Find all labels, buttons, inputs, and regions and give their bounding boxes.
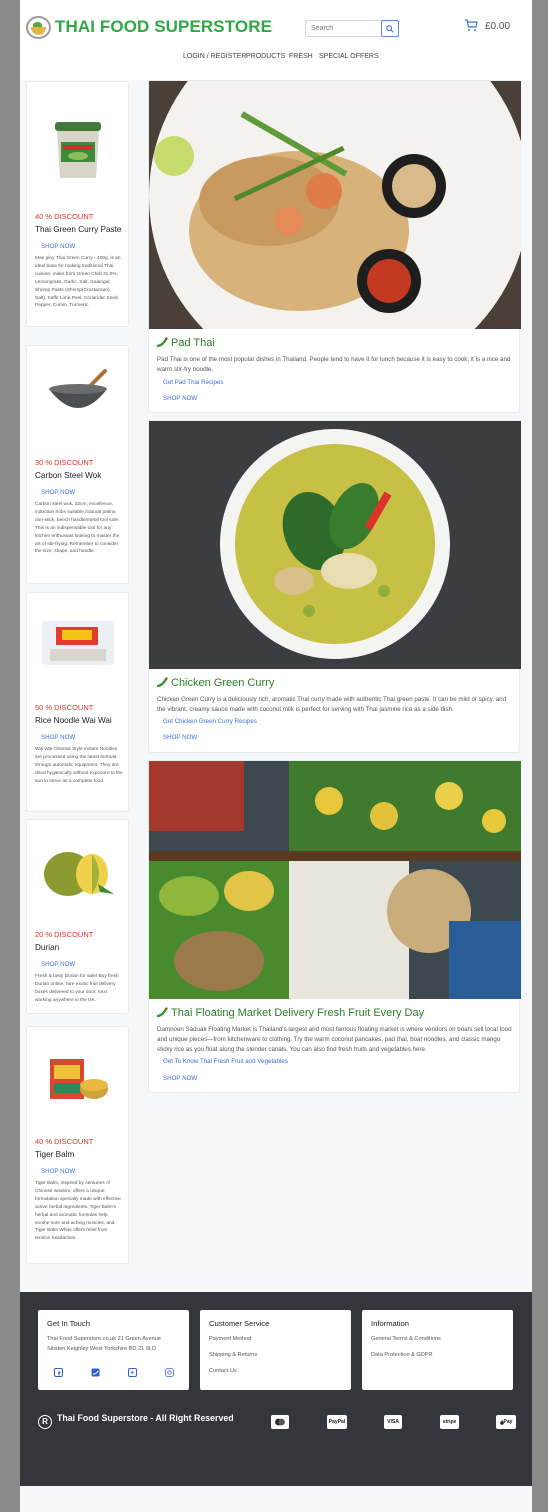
recipe-link[interactable]: Get Pad Thai Recipes [163,379,223,386]
paypal-icon: PayPal [327,1415,347,1429]
feature-title-text: Chicken Green Curry [171,677,275,689]
feature-title[interactable]: Chicken Green Curry [157,677,274,689]
product-description: Carbon steel wok, 32cm, excellence, indu… [35,502,120,555]
product-card: 50 % DISCOUNT Rice Noodle Wai Wai SHOP N… [26,592,129,812]
chili-icon [157,337,168,347]
product-card: 40 % DISCOUNT Thai Green Curry Paste SHO… [26,81,129,327]
chicken-green-curry-image[interactable] [149,421,521,669]
product-image[interactable] [27,842,128,902]
feature-title-text: Thai Floating Market Delivery Fresh Frui… [171,1007,425,1019]
mastercard-icon [271,1415,289,1429]
shop-now-link[interactable]: SHOP NOW [163,1075,197,1082]
apple-pay-icon: Pay [496,1415,516,1429]
footer-customer-service: Customer Service Payment Method Shipping… [200,1310,351,1390]
shop-now-link[interactable]: SHOP NOW [163,734,197,741]
footer-link-payment-method[interactable]: Payment Method [209,1336,251,1342]
footer-link-gdpr[interactable]: Data Protection & GDPR [371,1352,433,1358]
footer-get-in-touch: Get In Touch Thai Food Superstore.co.uk … [38,1310,189,1390]
product-name[interactable]: Durian [35,943,59,952]
registered-icon: R [38,1415,52,1429]
feature-card: Chicken Green Curry Chicken Green Curry … [148,420,521,753]
twitter-icon[interactable] [91,1368,100,1377]
shop-now-link[interactable]: SHOP NOW [41,243,75,250]
feature-description: Chicken Green Curry is a deliciously ric… [157,696,507,713]
youtube-icon[interactable] [128,1368,137,1377]
curry-paste-tub-image [54,121,101,178]
chili-icon [157,1007,168,1017]
footer-section-title: Customer Service [209,1319,270,1328]
product-description: Wai Wai Oriental Style Instant Noodles a… [35,747,123,784]
shop-now-link[interactable]: SHOP NOW [41,961,75,968]
pad-thai-image[interactable] [149,81,521,329]
tiger-balm-image [49,1059,108,1099]
shop-now-link[interactable]: SHOP NOW [41,734,75,741]
logo-icon[interactable] [26,16,51,39]
recipe-link[interactable]: Get Chicken Green Curry Recipes [163,718,257,725]
product-card: 20 % DISCOUNT Durian SHOP NOW Fresh & ta… [26,819,129,1014]
search-icon [386,24,394,33]
wok-image [48,368,107,408]
facebook-icon[interactable] [54,1368,63,1377]
product-description: Tiger Balm, inspired by centuries of Chi… [35,1181,121,1242]
product-name[interactable]: Thai Green Curry Paste [35,225,121,234]
chili-icon [157,677,168,687]
footer-section-title: Information [371,1319,409,1328]
brand-title[interactable]: THAI FOOD SUPERSTORE [55,17,272,37]
product-image[interactable] [27,615,128,670]
stripe-icon: stripe [440,1415,459,1429]
page: THAI FOOD SUPERSTORE £0.00 LOGIN / REGIS… [20,0,532,1512]
footer-link-contact-us[interactable]: Contact Us [209,1368,237,1374]
footer-address-line: Silsden Keighley West Yorkshire BD 21 9L… [47,1346,157,1352]
header: THAI FOOD SUPERSTORE £0.00 LOGIN / REGIS… [20,0,532,80]
discount-label: 50 % DISCOUNT [35,703,94,712]
footer-information: Information General Terms & Conditions D… [362,1310,513,1390]
product-card: 40 % DISCOUNT Tiger Balm SHOP NOW Tiger … [26,1026,129,1264]
footer-address-line: Thai Food Superstore.co.uk 21 Green Aven… [47,1336,162,1342]
fresh-produce-link[interactable]: Get To Know Thai Fresh Fruit and Vegetab… [163,1058,288,1065]
discount-label: 40 % DISCOUNT [35,212,94,221]
shop-now-link[interactable]: SHOP NOW [41,1168,75,1175]
product-name[interactable]: Tiger Balm [35,1150,74,1159]
footer-link-terms[interactable]: General Terms & Conditions [371,1336,441,1342]
cart-icon[interactable] [464,19,478,32]
cart-total[interactable]: £0.00 [485,21,510,32]
product-image[interactable] [27,366,128,426]
product-image[interactable] [27,117,128,182]
feature-card: Thai Floating Market Delivery Fresh Frui… [148,760,521,1093]
main-nav: LOGIN / REGISTER PRODUCTS FRESH SPECIAL … [20,53,532,65]
shop-now-link[interactable]: SHOP NOW [163,395,197,402]
product-card: 30 % DISCOUNT Carbon Steel Wok SHOP NOW … [26,345,129,584]
footer-link-shipping-returns[interactable]: Shipping & Returns [209,1352,257,1358]
apple-pay-text: Pay [503,1419,513,1425]
copyright: R Thai Food Superstore - All Right Reserv… [38,1413,234,1429]
visa-icon: VISA [384,1415,402,1429]
feature-description: Pad Thai is one of the most popular dish… [157,356,511,373]
nav-products[interactable]: PRODUCTS [246,53,285,60]
nav-fresh[interactable]: FRESH [289,53,313,60]
nav-special-offers[interactable]: SPECIAL OFFERS [319,53,379,60]
product-description: Fresh & tasty Durian for sale! Buy fresh… [35,974,119,1003]
durian-image [43,852,114,896]
discount-label: 30 % DISCOUNT [35,458,94,467]
footer: Get In Touch Thai Food Superstore.co.uk … [20,1292,532,1486]
floating-market-image[interactable] [149,761,521,999]
discount-label: 40 % DISCOUNT [35,1137,94,1146]
search-button[interactable] [381,20,399,37]
product-description: Mae ploy Thai Green Curry - 400g, is an … [35,256,121,309]
feature-title[interactable]: Pad Thai [157,337,215,349]
feature-title-text: Pad Thai [171,337,215,349]
copyright-text: Thai Food Superstore - All Right Reserve… [57,1413,234,1423]
discount-label: 20 % DISCOUNT [35,930,94,939]
nav-login-register[interactable]: LOGIN / REGISTER [183,53,246,60]
product-image[interactable] [27,1047,128,1107]
footer-section-title: Get In Touch [47,1319,90,1328]
product-name[interactable]: Carbon Steel Wok [35,471,101,480]
feature-description: Damnoen Saduak Floating Market is Thaila… [157,1026,512,1053]
instagram-icon[interactable] [165,1368,174,1377]
shop-now-link[interactable]: SHOP NOW [41,489,75,496]
noodle-pack-image [41,620,114,665]
feature-title[interactable]: Thai Floating Market Delivery Fresh Frui… [157,1007,424,1019]
feature-card: Pad Thai Pad Thai is one of the most pop… [148,80,521,413]
product-name[interactable]: Rice Noodle Wai Wai [35,716,112,725]
